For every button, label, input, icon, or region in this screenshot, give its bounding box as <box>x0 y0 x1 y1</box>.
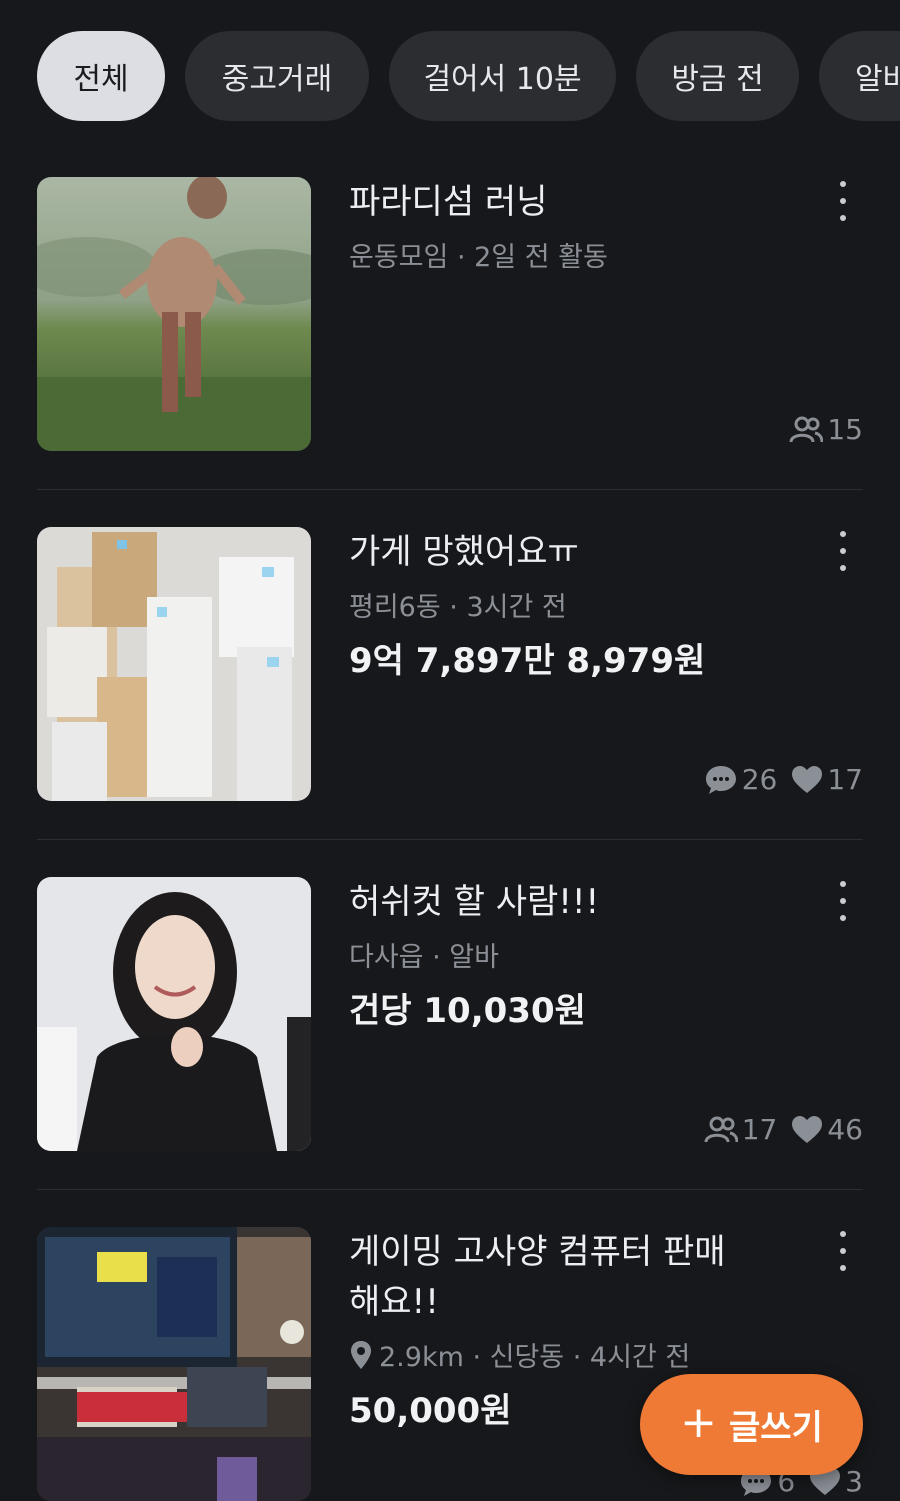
like-count: 17 <box>827 763 863 796</box>
post-stats: 17 46 <box>704 1113 863 1146</box>
post-title: 가게 망했어요ㅠ <box>349 532 579 572</box>
like-count: 46 <box>827 1113 863 1146</box>
post-stats: 26 17 <box>704 763 863 796</box>
comment-icon <box>705 765 736 794</box>
filter-chip-just-now[interactable]: 방금 전 <box>636 31 799 121</box>
more-options-icon[interactable] <box>833 181 853 221</box>
post-thumbnail <box>37 877 311 1151</box>
post-price: 50,000원 <box>349 1391 512 1431</box>
post-thumbnail <box>37 527 311 801</box>
post-title: 허쉬컷 할 사람!!! <box>349 882 600 922</box>
post-meta: 다사읍 · 알바 <box>349 942 499 973</box>
post-list-item[interactable]: 파라디섬 러닝 운동모임 · 2일 전 활동 15 <box>37 177 863 451</box>
post-price: 건당 10,030원 <box>349 991 586 1031</box>
divider <box>37 1189 863 1190</box>
more-options-icon[interactable] <box>833 531 853 571</box>
filter-chip-walk-10min[interactable]: 걸어서 10분 <box>389 31 616 121</box>
divider <box>37 489 863 490</box>
plus-icon: + <box>680 1396 718 1448</box>
post-thumbnail <box>37 177 311 451</box>
post-title: 파라디섬 러닝 <box>349 182 548 222</box>
write-post-button[interactable]: + 글쓰기 <box>640 1374 863 1475</box>
heart-icon <box>792 765 823 793</box>
members-icon <box>704 1116 738 1142</box>
post-meta: 운동모임 · 2일 전 활동 <box>349 242 608 273</box>
post-title: 게이밍 고사양 컴퓨터 판매해요!! <box>349 1232 726 1322</box>
post-meta: 2.9km · 신당동 · 4시간 전 <box>349 1335 690 1374</box>
divider <box>37 839 863 840</box>
post-meta: 평리6동 · 3시간 전 <box>349 592 567 623</box>
post-thumbnail <box>37 1227 311 1501</box>
members-icon <box>789 416 824 442</box>
member-count: 15 <box>827 413 863 446</box>
post-meta-text: 2.9km · 신당동 · 4시간 전 <box>379 1342 691 1373</box>
filter-chip-parttime[interactable]: 알바 <box>819 31 900 121</box>
filter-chip-used-trade[interactable]: 중고거래 <box>185 31 369 121</box>
heart-icon <box>792 1115 823 1143</box>
post-list-item[interactable]: 가게 망했어요ㅠ 평리6동 · 3시간 전 9억 7,897만 8,979원 2… <box>37 527 863 801</box>
post-price: 9억 7,897만 8,979원 <box>349 641 706 681</box>
more-options-icon[interactable] <box>833 1231 853 1271</box>
post-stats: 15 <box>789 413 863 446</box>
write-post-label: 글쓰기 <box>729 1408 823 1448</box>
like-count: 3 <box>845 1465 863 1498</box>
location-pin-icon <box>351 1340 371 1369</box>
member-count: 17 <box>741 1113 778 1146</box>
filter-chip-bar: 전체 중고거래 걸어서 10분 방금 전 알바 <box>37 31 900 121</box>
filter-chip-all[interactable]: 전체 <box>37 31 165 121</box>
post-list-item[interactable]: 허쉬컷 할 사람!!! 다사읍 · 알바 건당 10,030원 17 46 <box>37 877 863 1151</box>
comment-count: 26 <box>741 763 778 796</box>
more-options-icon[interactable] <box>833 881 853 921</box>
